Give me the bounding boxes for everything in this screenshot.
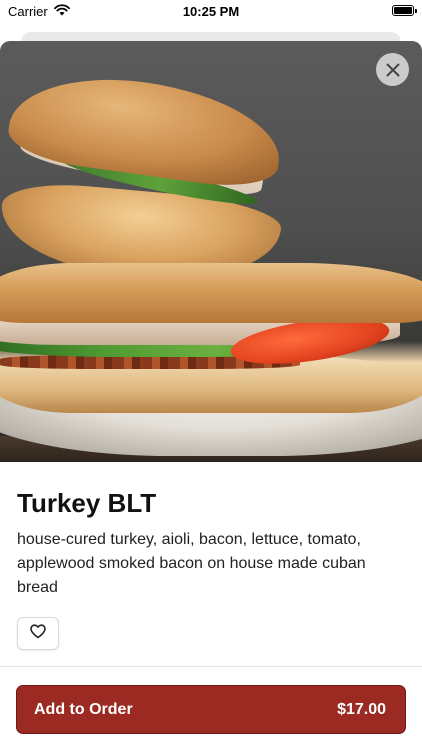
item-description: house-cured turkey, aioli, bacon, lettuc… [17,531,366,596]
status-time: 10:25 PM [182,4,240,19]
item-detail-sheet: Turkey BLT house-cured turkey, aioli, ba… [0,41,422,750]
order-price: $17.00 [337,700,386,718]
item-photo [0,41,422,462]
favorite-button[interactable] [17,617,59,650]
status-bar: Carrier 10:25 PM [0,0,422,24]
item-title: Turkey BLT [17,488,157,518]
heart-icon [30,623,46,644]
close-button[interactable] [376,53,409,86]
photo-front-bun-top [0,263,422,323]
status-right [392,5,417,16]
screen: Carrier 10:25 PM Turkey BLT house-cured … [0,0,422,750]
add-to-order-label: Add to Order [34,700,133,718]
battery-fill [394,7,412,14]
photo-back-bun-top [4,64,288,194]
add-to-order-button[interactable]: Add to Order $17.00 [16,685,406,734]
divider [0,666,422,667]
battery-icon [392,5,417,16]
close-icon [386,63,400,77]
